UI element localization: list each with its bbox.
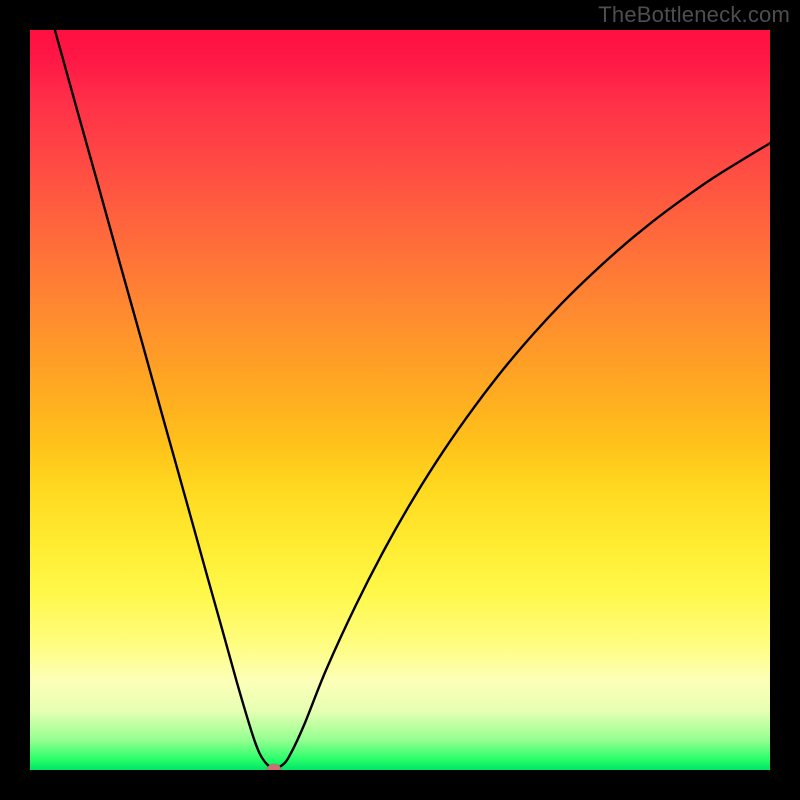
watermark-text: TheBottleneck.com bbox=[598, 2, 790, 28]
optimum-marker bbox=[267, 764, 281, 770]
plot-area bbox=[30, 30, 770, 770]
chart-frame: TheBottleneck.com bbox=[0, 0, 800, 800]
curve-svg bbox=[30, 30, 770, 770]
bottleneck-curve bbox=[30, 30, 770, 769]
